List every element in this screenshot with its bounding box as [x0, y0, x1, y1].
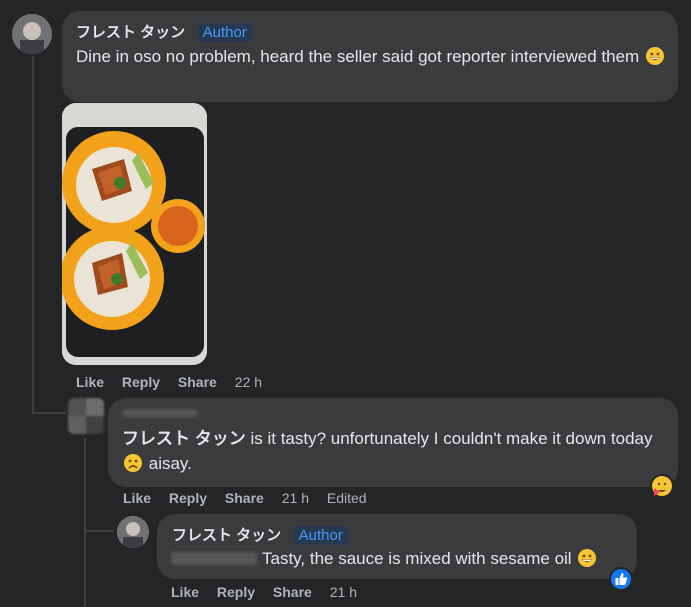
reply-text-block: フレスト タッン is it tasty? unfortunately I co…: [122, 426, 667, 476]
reply-text: is it tasty? unfortunately I couldn't ma…: [250, 429, 653, 448]
redacted-mention: [171, 552, 257, 565]
avatar[interactable]: [12, 14, 52, 54]
nested-reply-bubble: フレスト タッン Author Tasty, the sauce is mixe…: [157, 514, 637, 579]
redacted-name: [122, 409, 198, 417]
like-button[interactable]: Like: [76, 374, 104, 390]
reply-text-tail: aisay.: [148, 454, 192, 473]
thread-line-reply: [84, 438, 86, 607]
reply-actions: Like Reply Share 21 h Edited: [123, 490, 381, 506]
reply-bubble: フレスト タッン is it tasty? unfortunately I co…: [108, 398, 678, 487]
share-button[interactable]: Share: [178, 374, 217, 390]
thread-line-main-curve: [32, 412, 66, 414]
timestamp[interactable]: 21 h: [330, 584, 357, 600]
avatar-pixelated: [68, 398, 104, 434]
avatar-photo: [12, 14, 52, 54]
share-button[interactable]: Share: [225, 490, 264, 506]
comment-text-block: Dine in oso no problem, heard the seller…: [76, 44, 671, 69]
reply-text: Tasty, the sauce is mixed with sesame oi…: [262, 549, 572, 568]
reply-button[interactable]: Reply: [217, 584, 255, 600]
frowning-face-emoji: [124, 454, 142, 472]
avatar-photo: [117, 516, 149, 548]
comment-author[interactable]: フレスト タッン: [172, 527, 281, 544]
edited-label[interactable]: Edited: [327, 490, 367, 506]
mention-link[interactable]: フレスト タッン: [122, 429, 246, 448]
author-badge: Author: [197, 23, 252, 42]
nested-reply-actions: Like Reply Share 21 h: [171, 584, 371, 600]
nested-reply-text-block: Tasty, the sauce is mixed with sesame oi…: [262, 546, 598, 571]
care-emoji-svg: [652, 476, 672, 496]
comment-author[interactable]: フレスト タッン: [76, 24, 185, 41]
share-button[interactable]: Share: [273, 584, 312, 600]
reply-button[interactable]: Reply: [169, 490, 207, 506]
timestamp[interactable]: 21 h: [282, 490, 309, 506]
avatar[interactable]: [117, 516, 149, 548]
reply-button[interactable]: Reply: [122, 374, 160, 390]
like-button[interactable]: Like: [123, 490, 151, 506]
photo-image: [62, 103, 207, 365]
comment-bubble: フレスト タッン Author Dine in oso no problem, …: [62, 11, 678, 102]
like-thumb-svg: [611, 569, 631, 589]
comment-actions: Like Reply Share 22 h: [76, 374, 276, 390]
author-badge: Author: [293, 526, 348, 545]
avatar-redacted[interactable]: [68, 398, 104, 434]
food-photo[interactable]: [62, 103, 207, 365]
timestamp[interactable]: 22 h: [235, 374, 262, 390]
grinning-face-emoji: [645, 47, 664, 65]
comment-text: Dine in oso no problem, heard the seller…: [76, 47, 640, 66]
thread-line-reply-curve: [84, 530, 114, 532]
like-button[interactable]: Like: [171, 584, 199, 600]
grinning-face-emoji: [578, 549, 597, 567]
care-reaction-icon[interactable]: [650, 474, 674, 498]
like-reaction-icon[interactable]: [609, 567, 633, 591]
thread-line-main: [32, 56, 34, 414]
